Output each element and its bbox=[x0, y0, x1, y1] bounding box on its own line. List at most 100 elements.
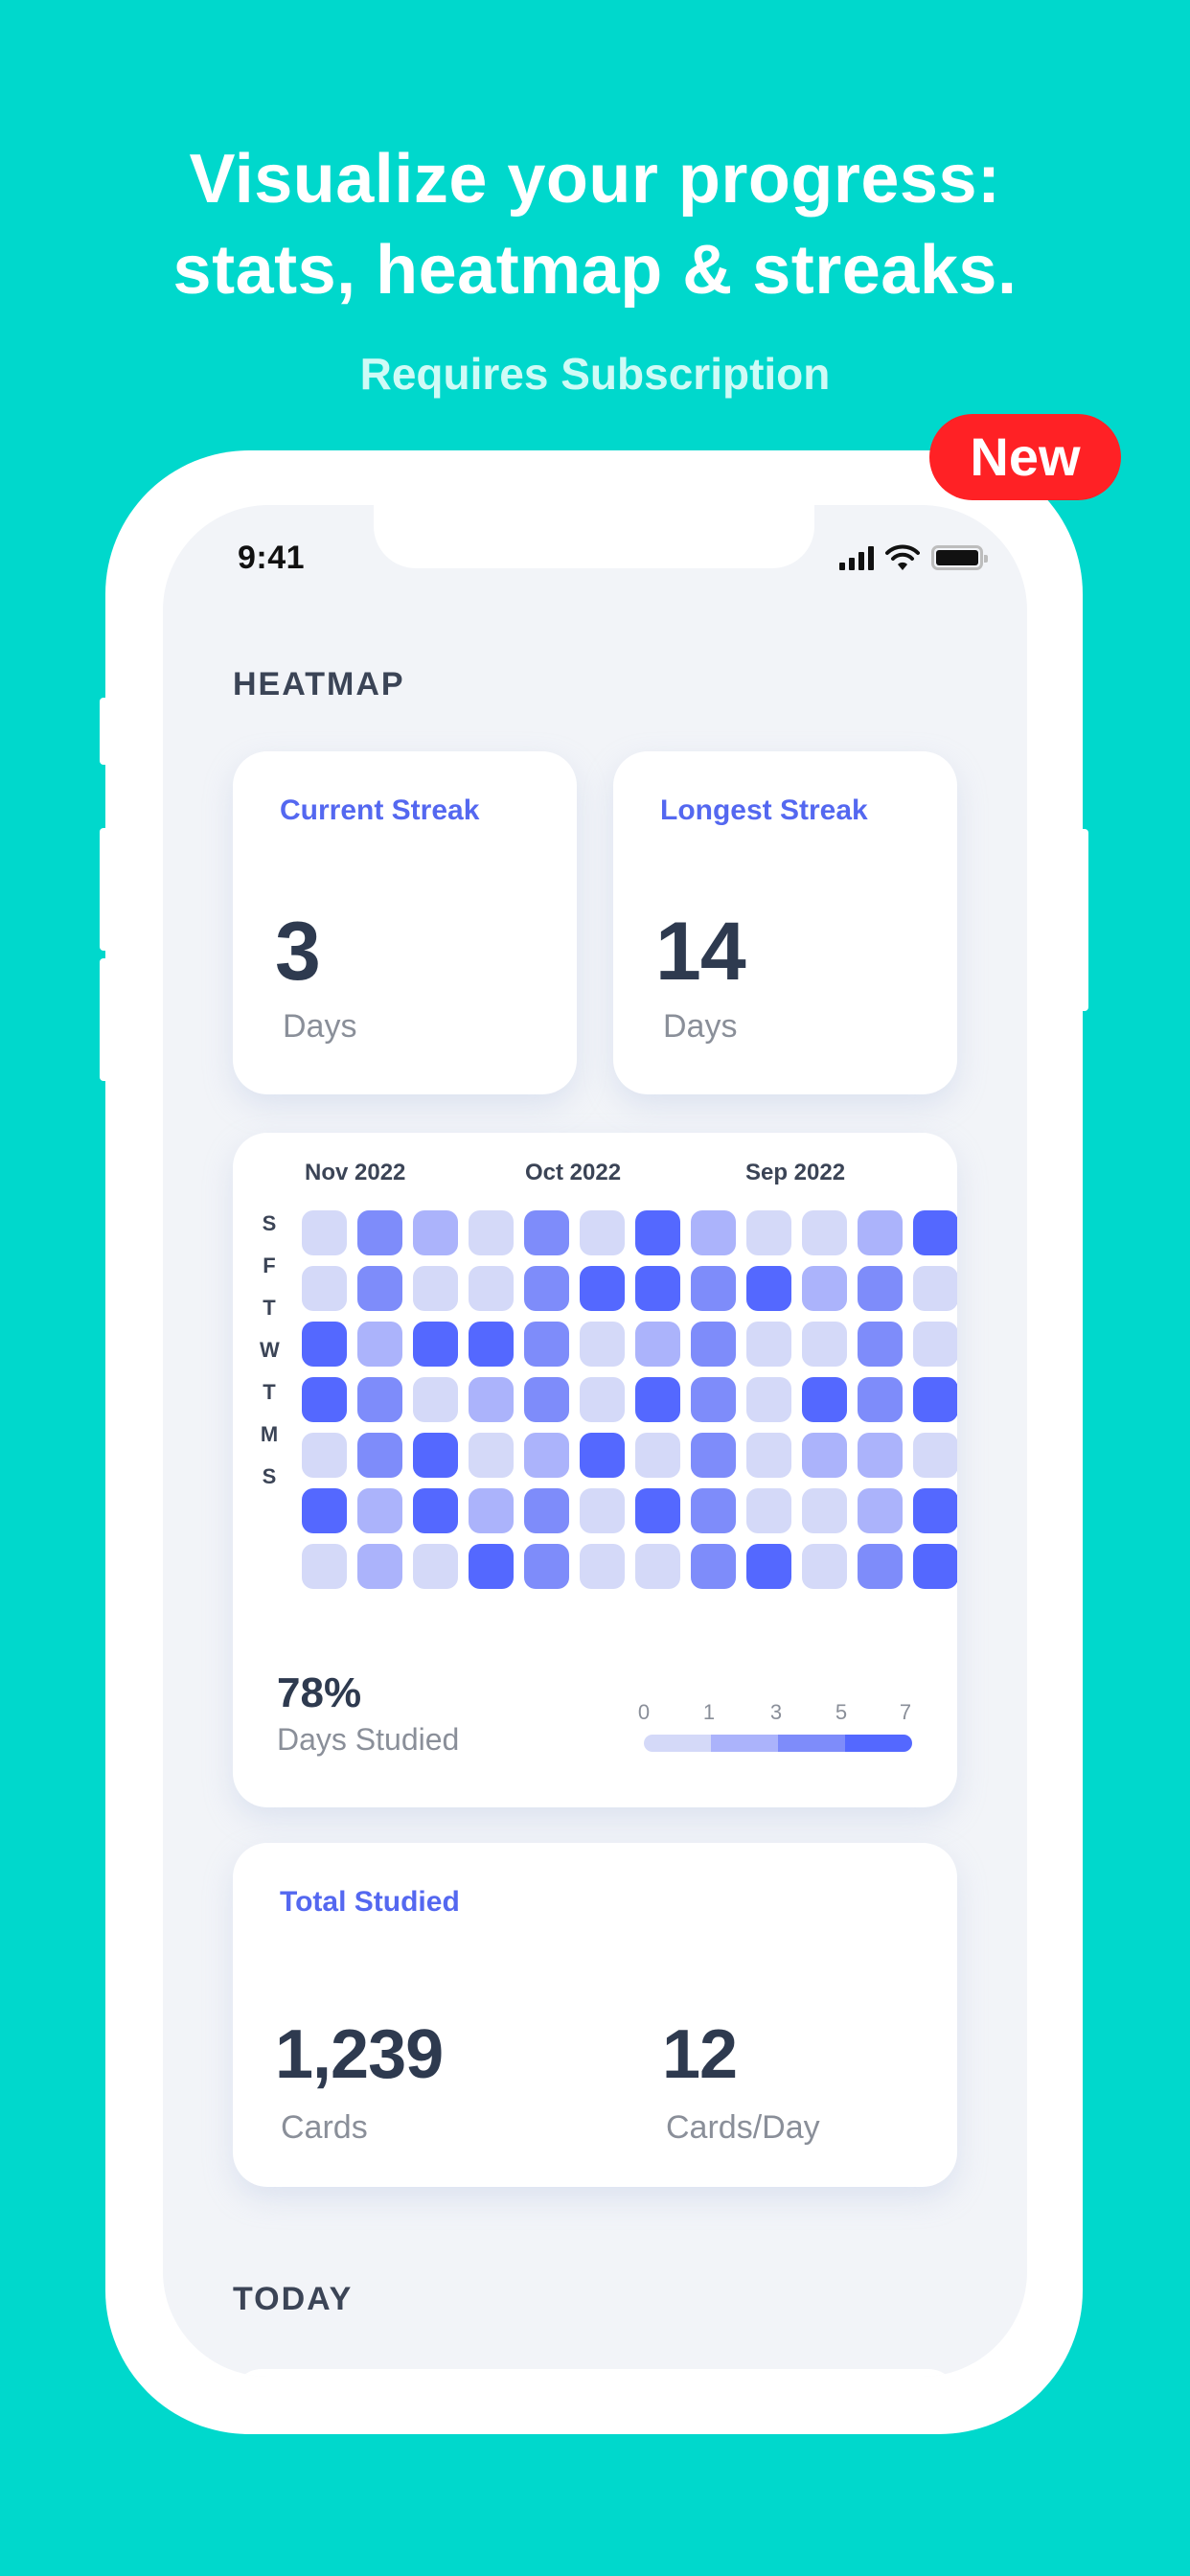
heatmap-cell bbox=[302, 1266, 347, 1311]
heatmap-cell bbox=[913, 1210, 957, 1255]
heatmap-cell bbox=[746, 1488, 791, 1533]
legend-label: 0 bbox=[637, 1700, 651, 1724]
phone-side-button-silent bbox=[100, 698, 109, 765]
heatmap-cell bbox=[469, 1377, 514, 1422]
current-streak-card[interactable]: Current Streak 3 Days bbox=[233, 751, 577, 1094]
heatmap-cell bbox=[413, 1322, 458, 1367]
heatmap-cell bbox=[302, 1488, 347, 1533]
status-time: 9:41 bbox=[238, 540, 306, 576]
heatmap-cell bbox=[524, 1322, 569, 1367]
heatmap-cell bbox=[524, 1433, 569, 1478]
heatmap-card: Nov 2022 Oct 2022 Sep 2022 S F T W T M S… bbox=[233, 1133, 957, 1807]
new-badge: New bbox=[929, 414, 1121, 500]
heatmap-cell bbox=[913, 1266, 957, 1311]
heatmap-cell bbox=[580, 1544, 625, 1589]
heatmap-cell bbox=[580, 1210, 625, 1255]
heatmap-cell bbox=[913, 1322, 957, 1367]
heatmap-cell bbox=[691, 1433, 736, 1478]
heatmap-cell bbox=[413, 1210, 458, 1255]
heatmap-cell bbox=[691, 1488, 736, 1533]
heatmap-cell bbox=[691, 1544, 736, 1589]
battery-level bbox=[936, 550, 978, 565]
legend-swatch-level-1 bbox=[711, 1735, 778, 1752]
promo-headline: Visualize your progress: stats, heatmap … bbox=[0, 134, 1190, 316]
phone-side-button-power bbox=[1079, 829, 1088, 1011]
heatmap-cell bbox=[858, 1433, 903, 1478]
phone-side-button-volume-up bbox=[100, 828, 109, 951]
day-label: W bbox=[260, 1338, 280, 1362]
heatmap-cell bbox=[524, 1488, 569, 1533]
heatmap-cell bbox=[302, 1210, 347, 1255]
heatmap-cell bbox=[469, 1488, 514, 1533]
heatmap-cell bbox=[357, 1266, 402, 1311]
day-label: F bbox=[263, 1254, 276, 1277]
total-studied-title: Total Studied bbox=[280, 1886, 460, 1918]
phone-screen: 9:41 HEATMAP Current Streak 3 Days Longe… bbox=[163, 505, 1027, 2377]
today-card-peek bbox=[233, 2369, 957, 2377]
total-cards-label: Cards bbox=[281, 2109, 368, 2146]
longest-streak-title: Longest Streak bbox=[660, 794, 868, 826]
heatmap-cell bbox=[413, 1544, 458, 1589]
month-label: Nov 2022 bbox=[305, 1160, 406, 1185]
wifi-icon bbox=[885, 544, 920, 570]
heatmap-cell bbox=[858, 1322, 903, 1367]
heatmap-cell bbox=[746, 1210, 791, 1255]
heatmap-cell bbox=[913, 1377, 957, 1422]
heatmap-cell bbox=[580, 1322, 625, 1367]
legend-swatch-level-0 bbox=[644, 1735, 711, 1752]
heatmap-cell bbox=[913, 1544, 957, 1589]
heatmap-cell bbox=[357, 1544, 402, 1589]
day-label: T bbox=[263, 1380, 276, 1404]
heatmap-cell bbox=[524, 1266, 569, 1311]
heatmap-cell bbox=[469, 1322, 514, 1367]
heatmap-cell bbox=[357, 1322, 402, 1367]
headline-line-2: stats, heatmap & streaks. bbox=[172, 232, 1018, 309]
current-streak-title: Current Streak bbox=[280, 794, 480, 826]
heatmap-cell bbox=[802, 1377, 847, 1422]
heatmap-cell bbox=[913, 1488, 957, 1533]
heatmap-cell bbox=[580, 1488, 625, 1533]
heatmap-cell bbox=[691, 1322, 736, 1367]
heatmap-cell bbox=[580, 1377, 625, 1422]
heatmap-cell bbox=[580, 1433, 625, 1478]
heatmap-cell bbox=[469, 1433, 514, 1478]
battery-icon bbox=[931, 545, 988, 570]
heatmap-cell bbox=[858, 1210, 903, 1255]
total-cards-value: 1,239 bbox=[275, 2016, 444, 2093]
heatmap-cell bbox=[635, 1266, 680, 1311]
day-label: S bbox=[262, 1464, 277, 1488]
heatmap-cell bbox=[302, 1322, 347, 1367]
heatmap-cell bbox=[635, 1377, 680, 1422]
heatmap-cell bbox=[635, 1210, 680, 1255]
total-studied-card[interactable]: Total Studied 1,239 Cards 12 Cards/Day bbox=[233, 1843, 957, 2187]
heatmap-cell bbox=[858, 1544, 903, 1589]
heatmap-cell bbox=[635, 1488, 680, 1533]
current-streak-unit: Days bbox=[283, 1008, 357, 1045]
heatmap-cell bbox=[302, 1377, 347, 1422]
heatmap-cell bbox=[302, 1433, 347, 1478]
heatmap-legend-bar bbox=[644, 1735, 912, 1752]
section-label-heatmap: HEATMAP bbox=[233, 666, 405, 702]
heatmap-cell bbox=[357, 1377, 402, 1422]
heatmap-cell bbox=[858, 1488, 903, 1533]
phone-side-button-volume-down bbox=[100, 958, 109, 1081]
heatmap-cell bbox=[802, 1544, 847, 1589]
heatmap-cell bbox=[635, 1322, 680, 1367]
heatmap-cell bbox=[469, 1544, 514, 1589]
heatmap-cell bbox=[691, 1377, 736, 1422]
heatmap-cell bbox=[357, 1488, 402, 1533]
heatmap-cell bbox=[913, 1433, 957, 1478]
heatmap-cell bbox=[746, 1433, 791, 1478]
heatmap-cell bbox=[691, 1210, 736, 1255]
cards-per-day-label: Cards/Day bbox=[666, 2109, 820, 2146]
heatmap-cell bbox=[469, 1266, 514, 1311]
heatmap-cell bbox=[469, 1210, 514, 1255]
legend-label: 3 bbox=[769, 1700, 783, 1724]
longest-streak-card[interactable]: Longest Streak 14 Days bbox=[613, 751, 957, 1094]
heatmap-cell bbox=[580, 1266, 625, 1311]
legend-swatch-level-3 bbox=[845, 1735, 912, 1752]
heatmap-cell bbox=[691, 1266, 736, 1311]
heatmap-cell bbox=[413, 1266, 458, 1311]
legend-label: 1 bbox=[702, 1700, 716, 1724]
month-label: Sep 2022 bbox=[745, 1160, 846, 1185]
